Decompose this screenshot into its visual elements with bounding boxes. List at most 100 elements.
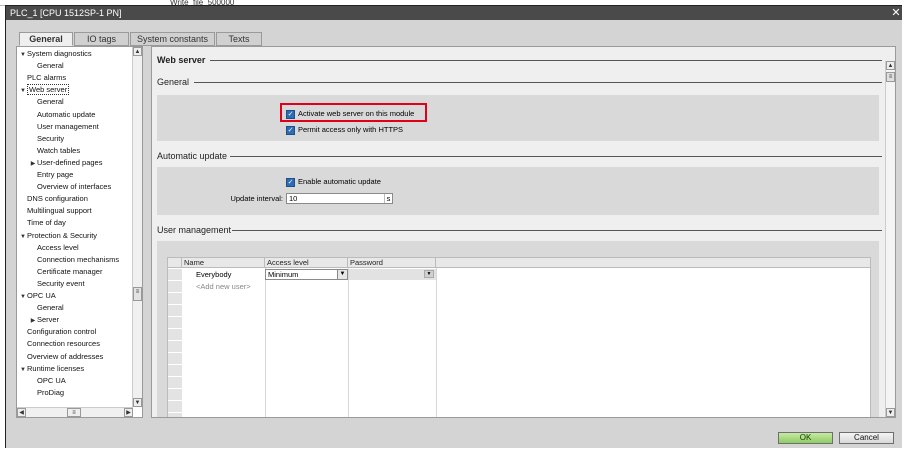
row-header[interactable]	[168, 281, 182, 293]
tree-item[interactable]: Certificate manager	[29, 266, 102, 278]
tree-item-label: Web server	[27, 84, 70, 96]
tree-item[interactable]: ▼OPC UA	[19, 290, 56, 302]
enable-auto-update-checkbox[interactable]: ✓	[286, 177, 295, 187]
collapse-arrow-icon[interactable]: ▼	[19, 85, 27, 97]
tree-item-label: ProDiag	[37, 387, 65, 397]
auto-update-panel: ✓ Enable automatic update Update interval…	[157, 167, 879, 215]
tree-item[interactable]: ▶ User-defined pages	[29, 157, 103, 169]
tree-item[interactable]: ▼Protection & Security	[19, 230, 97, 242]
tree-item[interactable]: Connection mechanisms	[29, 254, 119, 266]
row-header[interactable]	[168, 329, 182, 341]
tree-item[interactable]: Configuration control	[19, 326, 96, 338]
tree-item-label: System diagnostics	[27, 49, 92, 58]
row-header[interactable]	[168, 317, 182, 329]
tree-item[interactable]: OPC UA	[29, 375, 66, 387]
tree-item[interactable]: Overview of addresses	[19, 351, 103, 363]
background-window-edge	[902, 5, 908, 457]
tab-io-tags[interactable]: IO tags	[74, 32, 129, 46]
tab-system-constants[interactable]: System constants	[130, 32, 215, 46]
column-header-access-level[interactable]: Access level	[265, 258, 348, 268]
tree-item[interactable]: ProDiag	[29, 387, 64, 399]
https-only-row[interactable]: ✓ Permit access only with HTTPS	[286, 125, 403, 135]
tree-item[interactable]: Automatic update	[29, 109, 95, 121]
tree-item[interactable]: PLC alarms	[19, 72, 66, 84]
tree-item[interactable]: Access level	[29, 242, 79, 254]
content-vertical-scrollbar[interactable]: ▲ ≡ ▼	[885, 61, 895, 417]
tree-item-label: Watch tables	[37, 145, 81, 155]
tree-item[interactable]: ▼ Web server	[19, 84, 70, 97]
tree-vertical-scrollbar[interactable]: ▲ ≡ ▼	[132, 47, 142, 407]
navigation-tree: ▼System diagnostics General PLC alarms ▼ Web…	[16, 46, 143, 418]
grid-line	[348, 268, 349, 417]
chevron-down-icon[interactable]: ▼	[337, 270, 347, 279]
update-interval-unit: s	[384, 194, 392, 203]
row-header[interactable]	[168, 377, 182, 389]
row-header[interactable]	[168, 305, 182, 317]
tree-item[interactable]: Multilingual support	[19, 205, 92, 217]
divider	[194, 82, 882, 83]
tree-item-label: PLC alarms	[27, 73, 67, 83]
scroll-down-icon[interactable]: ▼	[133, 398, 142, 407]
row-header[interactable]	[168, 353, 182, 365]
grid-line	[265, 268, 266, 417]
enable-auto-update-row[interactable]: ✓ Enable automatic update	[286, 177, 381, 187]
tree-item-label: Security	[37, 133, 65, 143]
tree-item[interactable]: General	[29, 302, 64, 314]
column-header-password[interactable]: Password	[348, 258, 436, 268]
scroll-left-icon[interactable]: ◀	[17, 408, 26, 417]
row-header[interactable]	[168, 293, 182, 305]
tree-item[interactable]: ▶ Server	[29, 314, 59, 326]
password-dropdown-icon[interactable]: ▼	[424, 270, 434, 278]
tab-texts[interactable]: Texts	[216, 32, 262, 46]
tab-general[interactable]: General	[19, 32, 73, 46]
collapse-arrow-icon[interactable]: ▼	[19, 231, 27, 243]
tree-item[interactable]: General	[29, 96, 64, 108]
add-new-user-placeholder[interactable]: <Add new user>	[194, 281, 264, 293]
tree-horizontal-scrollbar[interactable]: ◀ ≡ ▶	[17, 407, 133, 417]
hscroll-thumb[interactable]: ≡	[67, 408, 81, 417]
tree-item-label: Automatic update	[37, 109, 96, 119]
password-cell[interactable]: ▼	[349, 269, 436, 280]
https-only-checkbox[interactable]: ✓	[286, 125, 295, 135]
tree-item[interactable]: User management	[29, 121, 99, 133]
tree-item[interactable]: Security	[29, 133, 64, 145]
collapse-arrow-icon[interactable]: ▼	[19, 364, 27, 376]
update-interval-input[interactable]: 10 s	[286, 193, 393, 204]
scroll-up-icon[interactable]: ▲	[886, 61, 895, 70]
row-header[interactable]	[168, 401, 182, 413]
collapse-arrow-icon[interactable]: ▼	[19, 291, 27, 303]
user-name-cell[interactable]: Everybody	[194, 269, 264, 281]
tree-item[interactable]: ▼Runtime licenses	[19, 363, 84, 375]
https-only-label: Permit access only with HTTPS	[298, 125, 404, 134]
tree-item[interactable]: Watch tables	[29, 145, 80, 157]
collapse-arrow-icon[interactable]: ▼	[19, 49, 27, 61]
column-header-name[interactable]: Name	[182, 258, 265, 268]
tree-item-label: Certificate manager	[37, 266, 103, 276]
tree-item-label: OPC UA	[27, 291, 56, 300]
row-header[interactable]	[168, 389, 182, 401]
scroll-thumb[interactable]: ≡	[133, 287, 142, 301]
cancel-button[interactable]: Cancel	[839, 432, 894, 444]
ok-button[interactable]: OK	[778, 432, 833, 444]
tree-item[interactable]: Connection resources	[19, 338, 100, 350]
row-header[interactable]	[168, 269, 182, 281]
scroll-thumb[interactable]: ≡	[886, 72, 895, 82]
tree-item[interactable]: DNS configuration	[19, 193, 88, 205]
close-icon[interactable]: ✕	[890, 6, 902, 20]
scroll-down-icon[interactable]: ▼	[886, 408, 895, 417]
section-user-mgmt-title: User management	[157, 225, 232, 235]
tree-item[interactable]: Entry page	[29, 169, 73, 181]
general-panel: ✓ Activate web server on this module ✓ Per…	[157, 95, 879, 141]
tree-item[interactable]: General	[29, 60, 64, 72]
row-header[interactable]	[168, 365, 182, 377]
tree-item[interactable]: ▼System diagnostics	[19, 48, 92, 60]
scroll-up-icon[interactable]: ▲	[133, 47, 142, 56]
tree-item[interactable]: Security event	[29, 278, 85, 290]
tree-item[interactable]: Time of day	[19, 217, 66, 229]
access-level-select[interactable]: Minimum ▼	[265, 269, 348, 280]
tree-item[interactable]: Overview of interfaces	[29, 181, 111, 193]
row-header[interactable]	[168, 341, 182, 353]
row-header[interactable]	[168, 413, 182, 417]
scroll-right-icon[interactable]: ▶	[124, 408, 133, 417]
tree-item-label: Access level	[37, 242, 79, 252]
